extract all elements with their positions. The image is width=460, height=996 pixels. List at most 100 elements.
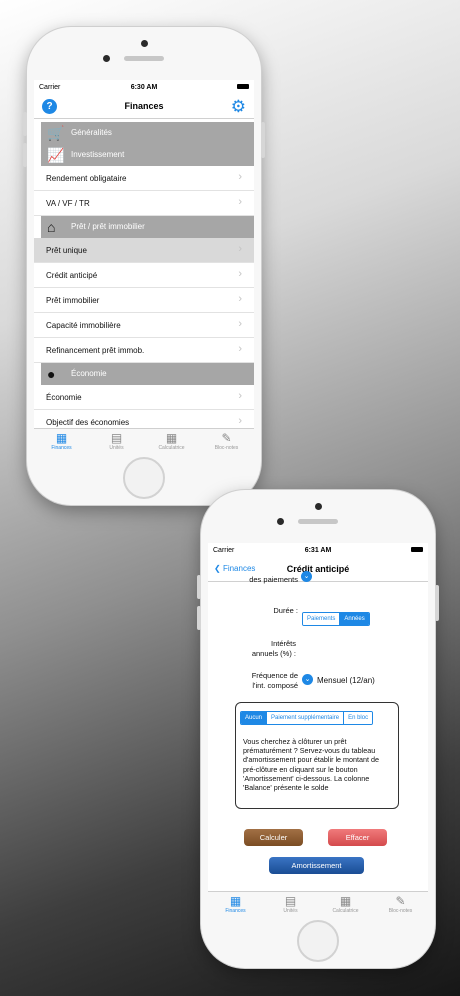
row-credit-anticipe[interactable]: Crédit anticipé › [34,263,254,288]
duree-segmented-control[interactable]: Paiements Années [302,612,370,626]
tab-unites[interactable]: ▤ Unités [89,429,144,455]
row-label: Capacité immobilière [46,321,121,330]
tab-bar: ▦ Finances ▤ Unités ▦ Calculatrice ✎ Blo… [34,428,254,455]
row-label: Objectif des économies [46,418,130,427]
volume-button [23,143,27,167]
battery-icon [411,547,423,552]
home-button[interactable] [123,457,165,499]
calculator-icon: ▦ [339,894,352,908]
tab-label: Unités [283,908,298,914]
section-label: Généralités [71,128,112,137]
chevron-right-icon: › [238,343,242,355]
chevron-right-icon: › [238,415,242,427]
tab-finances[interactable]: ▦ Finances [208,892,263,918]
section-generalites: 🛒 Généralités [41,122,254,144]
power-button [261,122,265,158]
page-title: Finances [124,101,164,111]
tab-bar: ▦ Finances ▤ Unités ▦ Calculatrice ✎ Blo… [208,891,428,918]
status-bar: Carrier 6:31 AM [208,543,428,559]
row-refinancement[interactable]: Refinancement prêt immob. › [34,338,254,363]
row-capacite-immobiliere[interactable]: Capacité immobilière › [34,313,254,338]
section-label: Prêt / prêt immobilier [71,222,145,231]
tab-label: Calculatrice [158,445,185,451]
calculer-button[interactable]: Calculer [244,829,303,846]
power-button [435,585,439,621]
row-economie[interactable]: Économie › [34,385,254,410]
money-icon: ▦ [55,431,68,445]
row-label: Prêt unique [46,246,87,255]
seg-aucun[interactable]: Aucun [241,712,268,724]
row-rendement-obligataire[interactable]: Rendement obligataire › [34,166,254,191]
tab-label: Bloc-notes [388,908,413,914]
label-frequence-2: l'int. composé [252,681,298,690]
tab-bloc-notes[interactable]: ✎ Bloc-notes [373,892,428,918]
tab-finances[interactable]: ▦ Finances [34,429,89,455]
camera [141,40,148,47]
piggy-bank-icon: ● [47,366,56,382]
screen-finances: Carrier 6:30 AM ? Finances ⚙ 🛒 Généralit… [34,80,254,455]
row-label: Refinancement prêt immob. [46,346,145,355]
effacer-button[interactable]: Effacer [328,829,387,846]
front-camera [277,518,284,525]
label-interets-2: annuels (%) : [251,649,296,658]
page-title: Crédit anticipé [286,564,350,574]
tab-bloc-notes[interactable]: ✎ Bloc-notes [199,429,254,455]
tab-label: Finances [51,445,72,451]
tab-label: Finances [225,908,246,914]
row-pret-unique[interactable]: Prêt unique › [34,238,254,263]
row-label: Crédit anticipé [46,271,98,280]
row-va-vf-tr[interactable]: VA / VF / TR › [34,191,254,216]
chevron-right-icon: › [238,268,242,280]
chevron-down-icon[interactable]: ⌄ [301,571,312,582]
home-button[interactable] [297,920,339,962]
chart-icon: 📈 [47,147,65,163]
volume-button [197,606,201,630]
volume-button [23,112,27,136]
house-icon: ⌂ [47,219,56,235]
tab-label: Bloc-notes [214,445,239,451]
chevron-right-icon: › [238,243,242,255]
tab-calculatrice[interactable]: ▦ Calculatrice [144,429,199,455]
battery-icon [237,84,249,89]
label-frequence-1: Fréquence de [251,671,298,680]
row-label: Prêt immobilier [46,296,100,305]
notepad-icon: ✎ [221,431,232,445]
ruler-icon: ▤ [284,894,297,908]
label-duree: Durée : [273,606,298,615]
info-segmented-control[interactable]: Aucun Paiement supplémentaire En bloc [240,711,374,725]
screen-credit-anticipe: Carrier 6:31 AM ❮ Finances Crédit antici… [208,543,428,918]
calculator-icon: ▦ [165,431,178,445]
tab-label: Calculatrice [332,908,359,914]
clock: 6:31 AM [304,547,332,554]
info-text: Vous cherchez à clôturer un prêt prématu… [243,737,380,793]
status-bar: Carrier 6:30 AM [34,80,254,96]
section-label: Investissement [71,150,125,159]
tab-calculatrice[interactable]: ▦ Calculatrice [318,892,373,918]
clock: 6:30 AM [130,84,158,91]
nav-bar: ? Finances ⚙ [34,96,254,119]
ruler-icon: ▤ [110,431,123,445]
seg-paiement-supplementaire[interactable]: Paiement supplémentaire [267,712,345,724]
seg-annees[interactable]: Années [340,613,369,625]
seg-paiements[interactable]: Paiements [303,613,341,625]
seg-en-bloc[interactable]: En bloc [344,712,373,724]
phone-bottom: Carrier 6:31 AM ❮ Finances Crédit antici… [197,490,439,968]
chevron-right-icon: › [238,196,242,208]
section-pret: ⌂ Prêt / prêt immobilier [41,216,254,238]
row-pret-immobilier[interactable]: Prêt immobilier › [34,288,254,313]
notepad-icon: ✎ [395,894,406,908]
frequence-value[interactable]: Mensuel (12/an) [317,676,375,685]
amortissement-button[interactable]: Amortissement [269,857,364,874]
tab-unites[interactable]: ▤ Unités [263,892,318,918]
gear-icon[interactable]: ⚙ [231,98,246,115]
tab-label: Unités [109,445,124,451]
chevron-right-icon: › [238,390,242,402]
row-label: Rendement obligataire [46,174,127,183]
chevron-down-icon[interactable]: ⌄ [302,674,313,685]
section-label: Économie [71,369,107,378]
cart-icon: 🛒 [47,125,65,141]
front-camera [103,55,110,62]
chevron-right-icon: › [238,293,242,305]
chevron-right-icon: › [238,318,242,330]
camera [315,503,322,510]
